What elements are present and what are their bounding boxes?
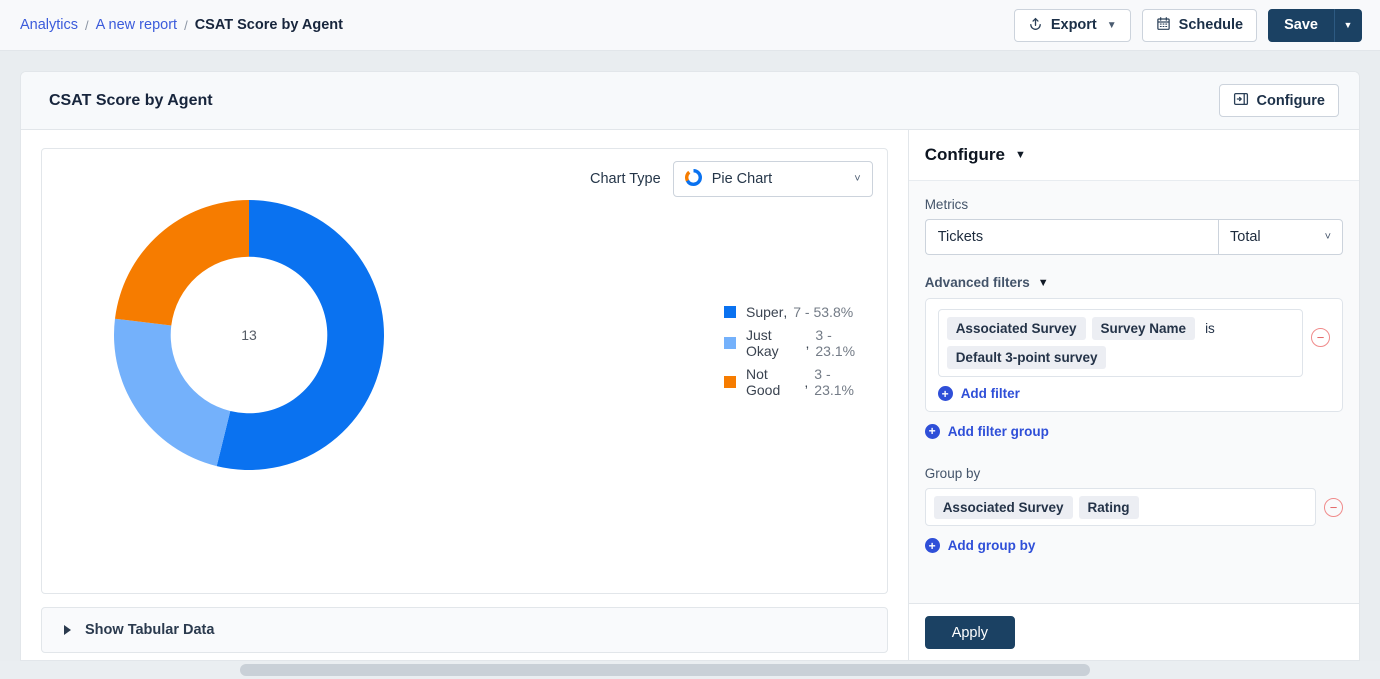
plus-icon: + bbox=[924, 423, 940, 439]
chevron-down-icon: ▼ bbox=[1106, 19, 1117, 31]
configure-button-label: Configure bbox=[1256, 92, 1325, 109]
chevron-down-icon: ▼ bbox=[1014, 149, 1026, 161]
add-group-by-link[interactable]: + Add group by bbox=[924, 538, 1036, 553]
configure-button[interactable]: Configure bbox=[1218, 84, 1339, 117]
group-by-label: Group by bbox=[924, 466, 981, 481]
add-filter-link[interactable]: + Add filter bbox=[937, 386, 1020, 401]
remove-group-by-icon[interactable]: − bbox=[1324, 497, 1343, 517]
chevron-down-icon: ˅ bbox=[1324, 231, 1331, 243]
filter-condition-box[interactable]: Associated Survey Survey Name is Default… bbox=[937, 309, 1303, 377]
donut-svg bbox=[114, 200, 385, 470]
filter-operator: is bbox=[1205, 321, 1215, 336]
legend-value: 7 - 53.8% bbox=[793, 304, 854, 320]
add-filter-group-link[interactable]: + Add filter group bbox=[924, 423, 1049, 439]
chart-type-select[interactable]: Pie Chart ˅ bbox=[672, 161, 873, 197]
filter-group: Associated Survey Survey Name is Default… bbox=[924, 298, 1343, 412]
metric-aggregation-select[interactable]: Total ˅ bbox=[1218, 219, 1343, 255]
legend-item[interactable]: Just Okay, 3 - 23.1% bbox=[724, 327, 873, 359]
breadcrumb-separator: / bbox=[184, 17, 188, 33]
group-by-chip-subfield[interactable]: Rating bbox=[1078, 495, 1139, 519]
schedule-label: Schedule bbox=[1178, 17, 1244, 33]
donut-slice-not-good[interactable] bbox=[114, 200, 250, 326]
filter-chip-subfield[interactable]: Survey Name bbox=[1091, 317, 1196, 340]
show-tabular-data-label: Show Tabular Data bbox=[85, 622, 215, 638]
horizontal-scrollbar[interactable] bbox=[0, 661, 1380, 679]
configure-panel-title: Configure bbox=[924, 145, 1005, 164]
export-icon bbox=[1028, 16, 1043, 35]
card-header: CSAT Score by Agent Configure bbox=[21, 72, 1359, 130]
legend-label: Just Okay bbox=[746, 327, 779, 359]
donut-slice-just-okay[interactable] bbox=[114, 318, 231, 467]
chevron-down-icon: ▼ bbox=[1037, 276, 1049, 289]
filter-chip-value[interactable]: Default 3-point survey bbox=[946, 346, 1107, 369]
legend-label: Not Good bbox=[746, 366, 781, 398]
group-by-chip-field[interactable]: Associated Survey bbox=[933, 495, 1073, 519]
panel-toggle-icon bbox=[1233, 91, 1249, 111]
configure-panel-footer: Apply bbox=[908, 603, 1359, 660]
chart-type-label: Chart Type bbox=[590, 171, 661, 187]
save-dropdown-toggle[interactable]: ▼ bbox=[1334, 8, 1362, 42]
page-title: CSAT Score by Agent bbox=[49, 91, 213, 109]
configure-panel-header[interactable]: Configure ▼ bbox=[908, 130, 1359, 181]
breadcrumb-item-analytics[interactable]: Analytics bbox=[20, 17, 78, 33]
configure-panel: Configure ▼ Metrics Tickets Total ˅ Adva… bbox=[907, 130, 1359, 660]
chart-type-value: Pie Chart bbox=[711, 171, 773, 187]
add-filter-group-label: Add filter group bbox=[947, 423, 1049, 439]
group-by-box[interactable]: Associated Survey Rating bbox=[924, 488, 1316, 526]
metrics-row: Tickets Total ˅ bbox=[924, 219, 1343, 255]
legend-value: 3 - 23.1% bbox=[814, 366, 854, 398]
plus-icon: + bbox=[924, 538, 940, 553]
legend-swatch-just-okay bbox=[724, 337, 736, 349]
group-by-row: Associated Survey Rating − bbox=[924, 488, 1343, 526]
breadcrumb: Analytics / A new report / CSAT Score by… bbox=[20, 17, 343, 33]
legend-label: Super bbox=[746, 304, 784, 320]
breadcrumb-item-report[interactable]: A new report bbox=[96, 17, 177, 33]
filter-row: Associated Survey Survey Name is Default… bbox=[937, 309, 1330, 377]
report-card: CSAT Score by Agent Configure Chart Type bbox=[20, 71, 1360, 661]
metric-field[interactable]: Tickets bbox=[924, 219, 1218, 255]
horizontal-scrollbar-thumb[interactable] bbox=[240, 664, 1090, 676]
chevron-down-icon: ˅ bbox=[854, 173, 861, 185]
add-filter-label: Add filter bbox=[960, 386, 1020, 401]
save-button-group: Save ▼ bbox=[1268, 8, 1362, 42]
top-bar: Analytics / A new report / CSAT Score by… bbox=[0, 0, 1380, 51]
configure-panel-body: Metrics Tickets Total ˅ Advanced filters… bbox=[909, 181, 1359, 603]
pie-chart-icon bbox=[684, 168, 702, 190]
donut-chart: 13 bbox=[114, 200, 385, 470]
advanced-filters-label: Advanced filters bbox=[924, 275, 1030, 290]
legend-item[interactable]: Not Good, 3 - 23.1% bbox=[724, 366, 873, 398]
advanced-filters-header[interactable]: Advanced filters ▼ bbox=[925, 275, 1343, 290]
chevron-right-icon bbox=[64, 625, 71, 635]
legend-swatch-not-good bbox=[724, 376, 736, 388]
calendar-icon bbox=[1156, 16, 1171, 35]
export-label: Export bbox=[1050, 17, 1097, 33]
legend-value: 3 - 23.1% bbox=[815, 327, 856, 359]
save-button[interactable]: Save bbox=[1268, 8, 1334, 42]
legend-item[interactable]: Super, 7 - 53.8% bbox=[724, 304, 873, 320]
chart-type-row: Chart Type Pie Chart ˅ bbox=[56, 161, 873, 197]
remove-filter-icon[interactable]: − bbox=[1311, 328, 1330, 347]
metric-aggregation-value: Total bbox=[1230, 229, 1261, 245]
group-by-section: Group by Associated Survey Rating − + Ad… bbox=[924, 466, 1343, 555]
top-bar-actions: Export ▼ Schedule Save ▼ bbox=[1013, 8, 1362, 42]
breadcrumb-item-current: CSAT Score by Agent bbox=[194, 17, 343, 33]
chart-legend: Super, 7 - 53.8% Just Okay, 3 - 23.1% No… bbox=[724, 304, 873, 398]
chart-column: Chart Type Pie Chart ˅ 13 Super , 7 - 53… bbox=[21, 130, 908, 660]
filter-chip-field[interactable]: Associated Survey bbox=[946, 317, 1086, 340]
export-button[interactable]: Export ▼ bbox=[1013, 8, 1131, 42]
metrics-label: Metrics bbox=[924, 197, 969, 212]
chart-stage: 13 Super, 7 - 53.8% Just Okay, 3 - 23.1% bbox=[56, 197, 873, 577]
legend-swatch-super bbox=[724, 306, 736, 318]
chart-panel: Chart Type Pie Chart ˅ 13 Super , 7 - 53… bbox=[41, 148, 888, 594]
apply-button[interactable]: Apply bbox=[924, 616, 1015, 649]
add-group-by-label: Add group by bbox=[947, 538, 1036, 553]
schedule-button[interactable]: Schedule bbox=[1141, 8, 1258, 42]
show-tabular-data-toggle[interactable]: Show Tabular Data bbox=[41, 607, 888, 653]
card-body: Chart Type Pie Chart ˅ 13 Super , 7 - 53… bbox=[21, 130, 1359, 660]
plus-icon: + bbox=[937, 386, 953, 401]
breadcrumb-separator: / bbox=[85, 17, 89, 33]
